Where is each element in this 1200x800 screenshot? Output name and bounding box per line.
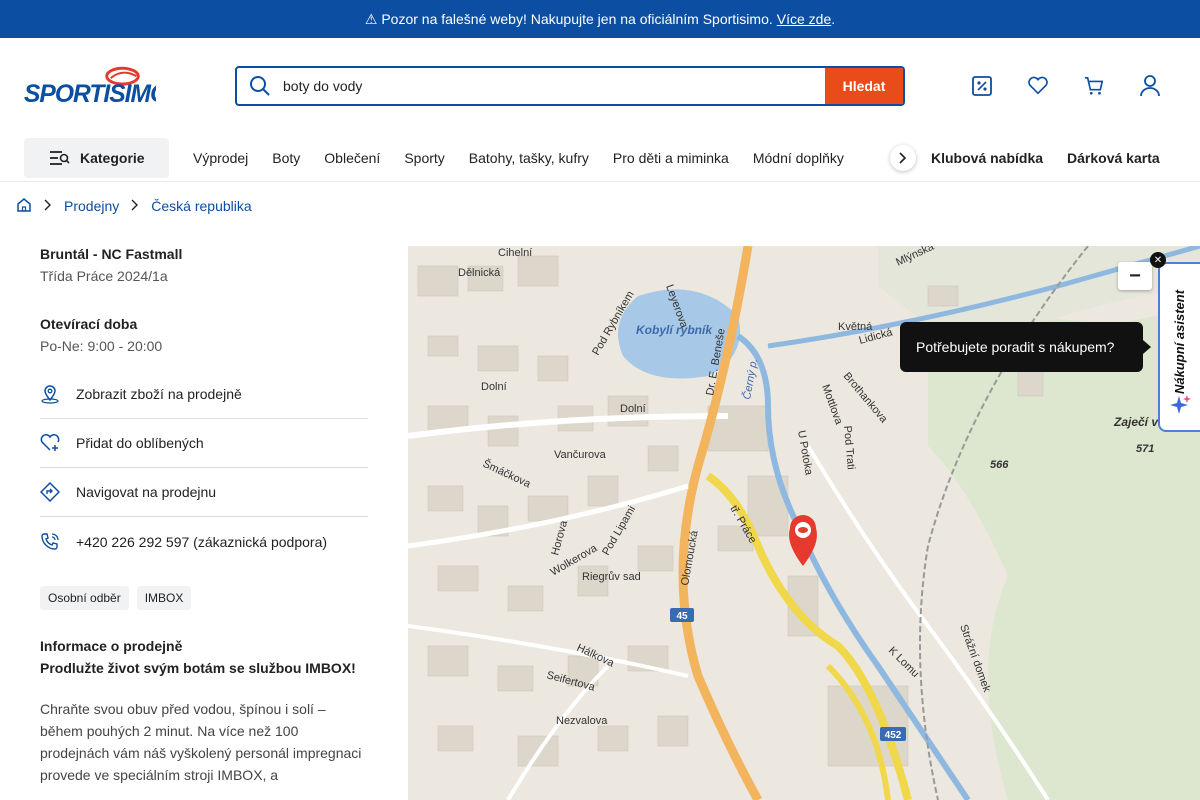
assistant-panel[interactable]: Nákupní asistent xyxy=(1158,262,1200,432)
store-tags: Osobní odběr IMBOX xyxy=(40,586,368,610)
action-label: +420 226 292 597 (zákaznická podpora) xyxy=(76,533,328,550)
nav-item-darkova[interactable]: Dárková karta xyxy=(1067,150,1160,166)
info-heading: Informace o prodejně xyxy=(40,638,183,654)
logo-text: SPORTISIMO xyxy=(24,81,156,106)
breadcrumb: Prodejny Česká republika xyxy=(0,182,1200,230)
nav-item-vyprodej[interactable]: Výprodej xyxy=(193,150,248,166)
main-nav: Kategorie Výprodej Boty Oblečení Sporty … xyxy=(0,134,1200,182)
breadcrumb-cr[interactable]: Česká republika xyxy=(151,198,251,214)
nav-item-deti[interactable]: Pro děti a miminka xyxy=(613,150,729,166)
nav-item-doplnky[interactable]: Módní doplňky xyxy=(753,150,844,166)
pond-label: Kobylí rybník xyxy=(636,323,713,337)
user-icon[interactable] xyxy=(1140,74,1160,98)
map-label: Dolní xyxy=(481,381,507,393)
tag-imbox: IMBOX xyxy=(136,586,192,610)
nav-item-batohy[interactable]: Batohy, tašky, kufry xyxy=(469,150,589,166)
nav-items: Výprodej Boty Oblečení Sporty Batohy, ta… xyxy=(193,150,868,166)
search-button[interactable]: Hledat xyxy=(825,68,903,104)
hours-heading: Otevírací doba xyxy=(40,316,138,332)
category-label: Kategorie xyxy=(80,149,145,166)
nav-item-klubova[interactable]: Klubová nabídka xyxy=(931,150,1043,166)
search-input[interactable] xyxy=(283,68,825,104)
add-favorite-action[interactable]: Přidat do oblíbených xyxy=(40,419,368,468)
navigate-action[interactable]: Navigovat na prodejnu xyxy=(40,468,368,517)
action-label: Přidat do oblíbených xyxy=(76,435,204,451)
store-address: Třída Práce 2024/1a xyxy=(40,268,168,284)
map-label: Nezvalova xyxy=(556,715,608,727)
road-452-label: 452 xyxy=(885,730,902,741)
header: SPORTISIMO Hledat xyxy=(0,38,1200,134)
road-45-label: 45 xyxy=(676,611,688,622)
menu-icon xyxy=(50,150,70,165)
elevation-label: 566 xyxy=(990,459,1009,471)
info-text: Chraňte svou obuv před vodou, špínou i s… xyxy=(40,701,362,783)
area-label: Zaječí v xyxy=(1113,415,1159,429)
map-label: Vančurova xyxy=(554,449,607,461)
nav-item-boty[interactable]: Boty xyxy=(272,150,300,166)
directions-icon xyxy=(40,482,60,502)
store-map[interactable]: 45 452 Cihelní Dělnická Leyerova Dr. E. … xyxy=(408,246,1200,800)
map-label: Květná xyxy=(838,321,873,333)
chevron-right-icon xyxy=(899,152,907,164)
chevron-right-icon xyxy=(131,198,139,214)
banner-end: . xyxy=(831,11,836,27)
close-icon[interactable]: ✕ xyxy=(1150,252,1166,268)
warning-banner: ⚠ Pozor na falešné weby! Nakupujte jen n… xyxy=(0,0,1200,38)
elevation-label: 571 xyxy=(1136,443,1154,455)
nav-right-items: Klubová nabídka Dárková karta xyxy=(931,150,1160,166)
phone-icon xyxy=(40,532,60,552)
map-label: Cihelní xyxy=(498,247,532,259)
map-pin-icon xyxy=(40,384,60,404)
phone-action[interactable]: +420 226 292 597 (zákaznická podpora) xyxy=(40,517,368,566)
map-label: Riegrův sad xyxy=(582,571,641,583)
home-icon[interactable] xyxy=(16,197,32,216)
action-label: Navigovat na prodejnu xyxy=(76,484,217,500)
nav-item-obleceni[interactable]: Oblečení xyxy=(324,150,380,166)
assistant-bubble[interactable]: Potřebujete poradit s nákupem? xyxy=(900,322,1151,372)
show-goods-action[interactable]: Zobrazit zboží na prodejně xyxy=(40,370,368,419)
heart-plus-icon xyxy=(40,433,60,453)
info-subheading: Prodlužte život svým botám se službou IM… xyxy=(40,660,356,676)
zoom-out-button[interactable]: − xyxy=(1118,262,1152,290)
search-bar: Hledat xyxy=(235,66,905,106)
nav-item-sporty[interactable]: Sporty xyxy=(404,150,444,166)
search-icon[interactable] xyxy=(237,68,283,104)
store-details: Bruntál - NC Fastmall Třída Práce 2024/1… xyxy=(40,246,368,786)
heart-icon[interactable] xyxy=(1028,74,1048,98)
nav-scroll-right-button[interactable] xyxy=(890,145,916,171)
cart-icon[interactable] xyxy=(1084,74,1104,98)
store-actions: Zobrazit zboží na prodejně Přidat do obl… xyxy=(40,370,368,566)
chevron-right-icon xyxy=(44,198,52,214)
banner-link[interactable]: Více zde xyxy=(777,11,831,27)
breadcrumb-prodejny[interactable]: Prodejny xyxy=(64,198,119,214)
category-button[interactable]: Kategorie xyxy=(24,137,169,178)
sportisimo-logo[interactable]: SPORTISIMO xyxy=(24,66,156,106)
assistant-label: Nákupní asistent xyxy=(1172,289,1187,394)
header-icons xyxy=(972,74,1160,98)
banner-text: ⚠ Pozor na falešné weby! Nakupujte jen n… xyxy=(364,10,773,27)
store-name: Bruntál - NC Fastmall xyxy=(40,246,183,262)
tag-osobni-odber: Osobní odběr xyxy=(40,586,129,610)
map-label: Dolní xyxy=(620,403,646,415)
store-hours: Po-Ne: 9:00 - 20:00 xyxy=(40,338,163,354)
sparkle-icon xyxy=(1170,394,1192,416)
action-label: Zobrazit zboží na prodejně xyxy=(76,386,242,402)
map-label: Dělnická xyxy=(458,267,501,279)
discount-icon[interactable] xyxy=(972,74,992,98)
